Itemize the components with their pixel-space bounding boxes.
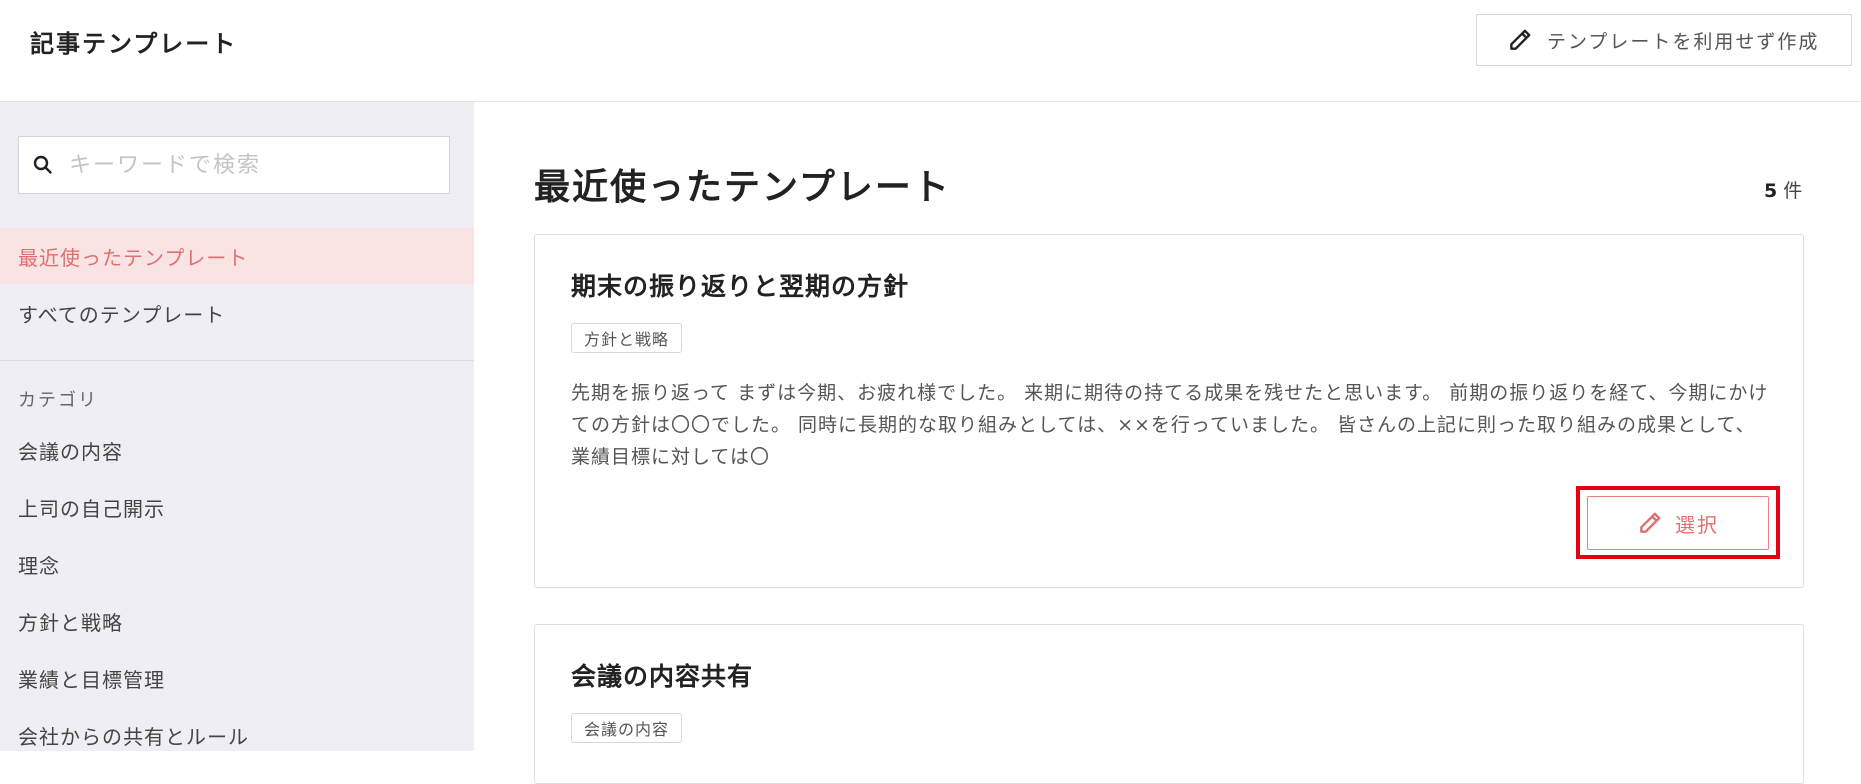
- sidebar: 最近使ったテンプレート すべてのテンプレート カテゴリ 会議の内容 上司の自己開…: [0, 102, 474, 751]
- search-box[interactable]: [18, 136, 450, 194]
- category-item-policy-strategy[interactable]: 方針と戦略: [18, 607, 123, 636]
- select-button-label: 選択: [1675, 512, 1719, 537]
- sidebar-divider: [0, 360, 474, 361]
- section-title: 最近使ったテンプレート: [534, 167, 951, 208]
- search-icon: [31, 153, 55, 177]
- create-without-template-button[interactable]: テンプレートを利用せず作成: [1476, 14, 1852, 66]
- pencil-icon: [1507, 27, 1533, 53]
- card-description: 先期を振り返って まずは今期、お疲れ様でした。 来期に期待の持てる成果を残せたと…: [571, 382, 1769, 468]
- count-number: 5: [1764, 180, 1778, 202]
- nav-recent-templates[interactable]: 最近使ったテンプレート: [0, 228, 474, 284]
- category-item-boss-disclosure[interactable]: 上司の自己開示: [18, 493, 165, 522]
- app-header: 記事テンプレート テンプレートを利用せず作成: [0, 0, 1861, 102]
- count-unit: 件: [1783, 180, 1803, 202]
- category-item-meeting[interactable]: 会議の内容: [18, 436, 123, 465]
- search-input[interactable]: [67, 151, 431, 179]
- card-title[interactable]: 会議の内容共有: [571, 657, 753, 693]
- category-item-philosophy[interactable]: 理念: [18, 550, 60, 579]
- card-title[interactable]: 期末の振り返りと翌期の方針: [571, 267, 909, 303]
- category-heading: カテゴリ: [18, 390, 98, 411]
- category-tag: 会議の内容: [571, 713, 683, 743]
- category-item-performance[interactable]: 業績と目標管理: [18, 664, 165, 693]
- create-without-template-label: テンプレートを利用せず作成: [1547, 30, 1820, 53]
- category-item-company-rules[interactable]: 会社からの共有とルール: [18, 721, 249, 750]
- template-card: 会議の内容共有 会議の内容: [534, 624, 1804, 784]
- result-count: 5 件: [1764, 176, 1802, 203]
- category-tag: 方針と戦略: [571, 323, 683, 353]
- template-card: 期末の振り返りと翌期の方針 方針と戦略 先期を振り返って まずは今期、お疲れ様で…: [534, 234, 1804, 588]
- pencil-icon: [1637, 510, 1663, 536]
- nav-all-templates[interactable]: すべてのテンプレート: [0, 285, 474, 341]
- nav-item-label: 最近使ったテンプレート: [18, 245, 249, 270]
- page-title: 記事テンプレート: [30, 30, 238, 58]
- nav-item-label: すべてのテンプレート: [18, 302, 226, 327]
- select-button[interactable]: 選択: [1587, 496, 1769, 550]
